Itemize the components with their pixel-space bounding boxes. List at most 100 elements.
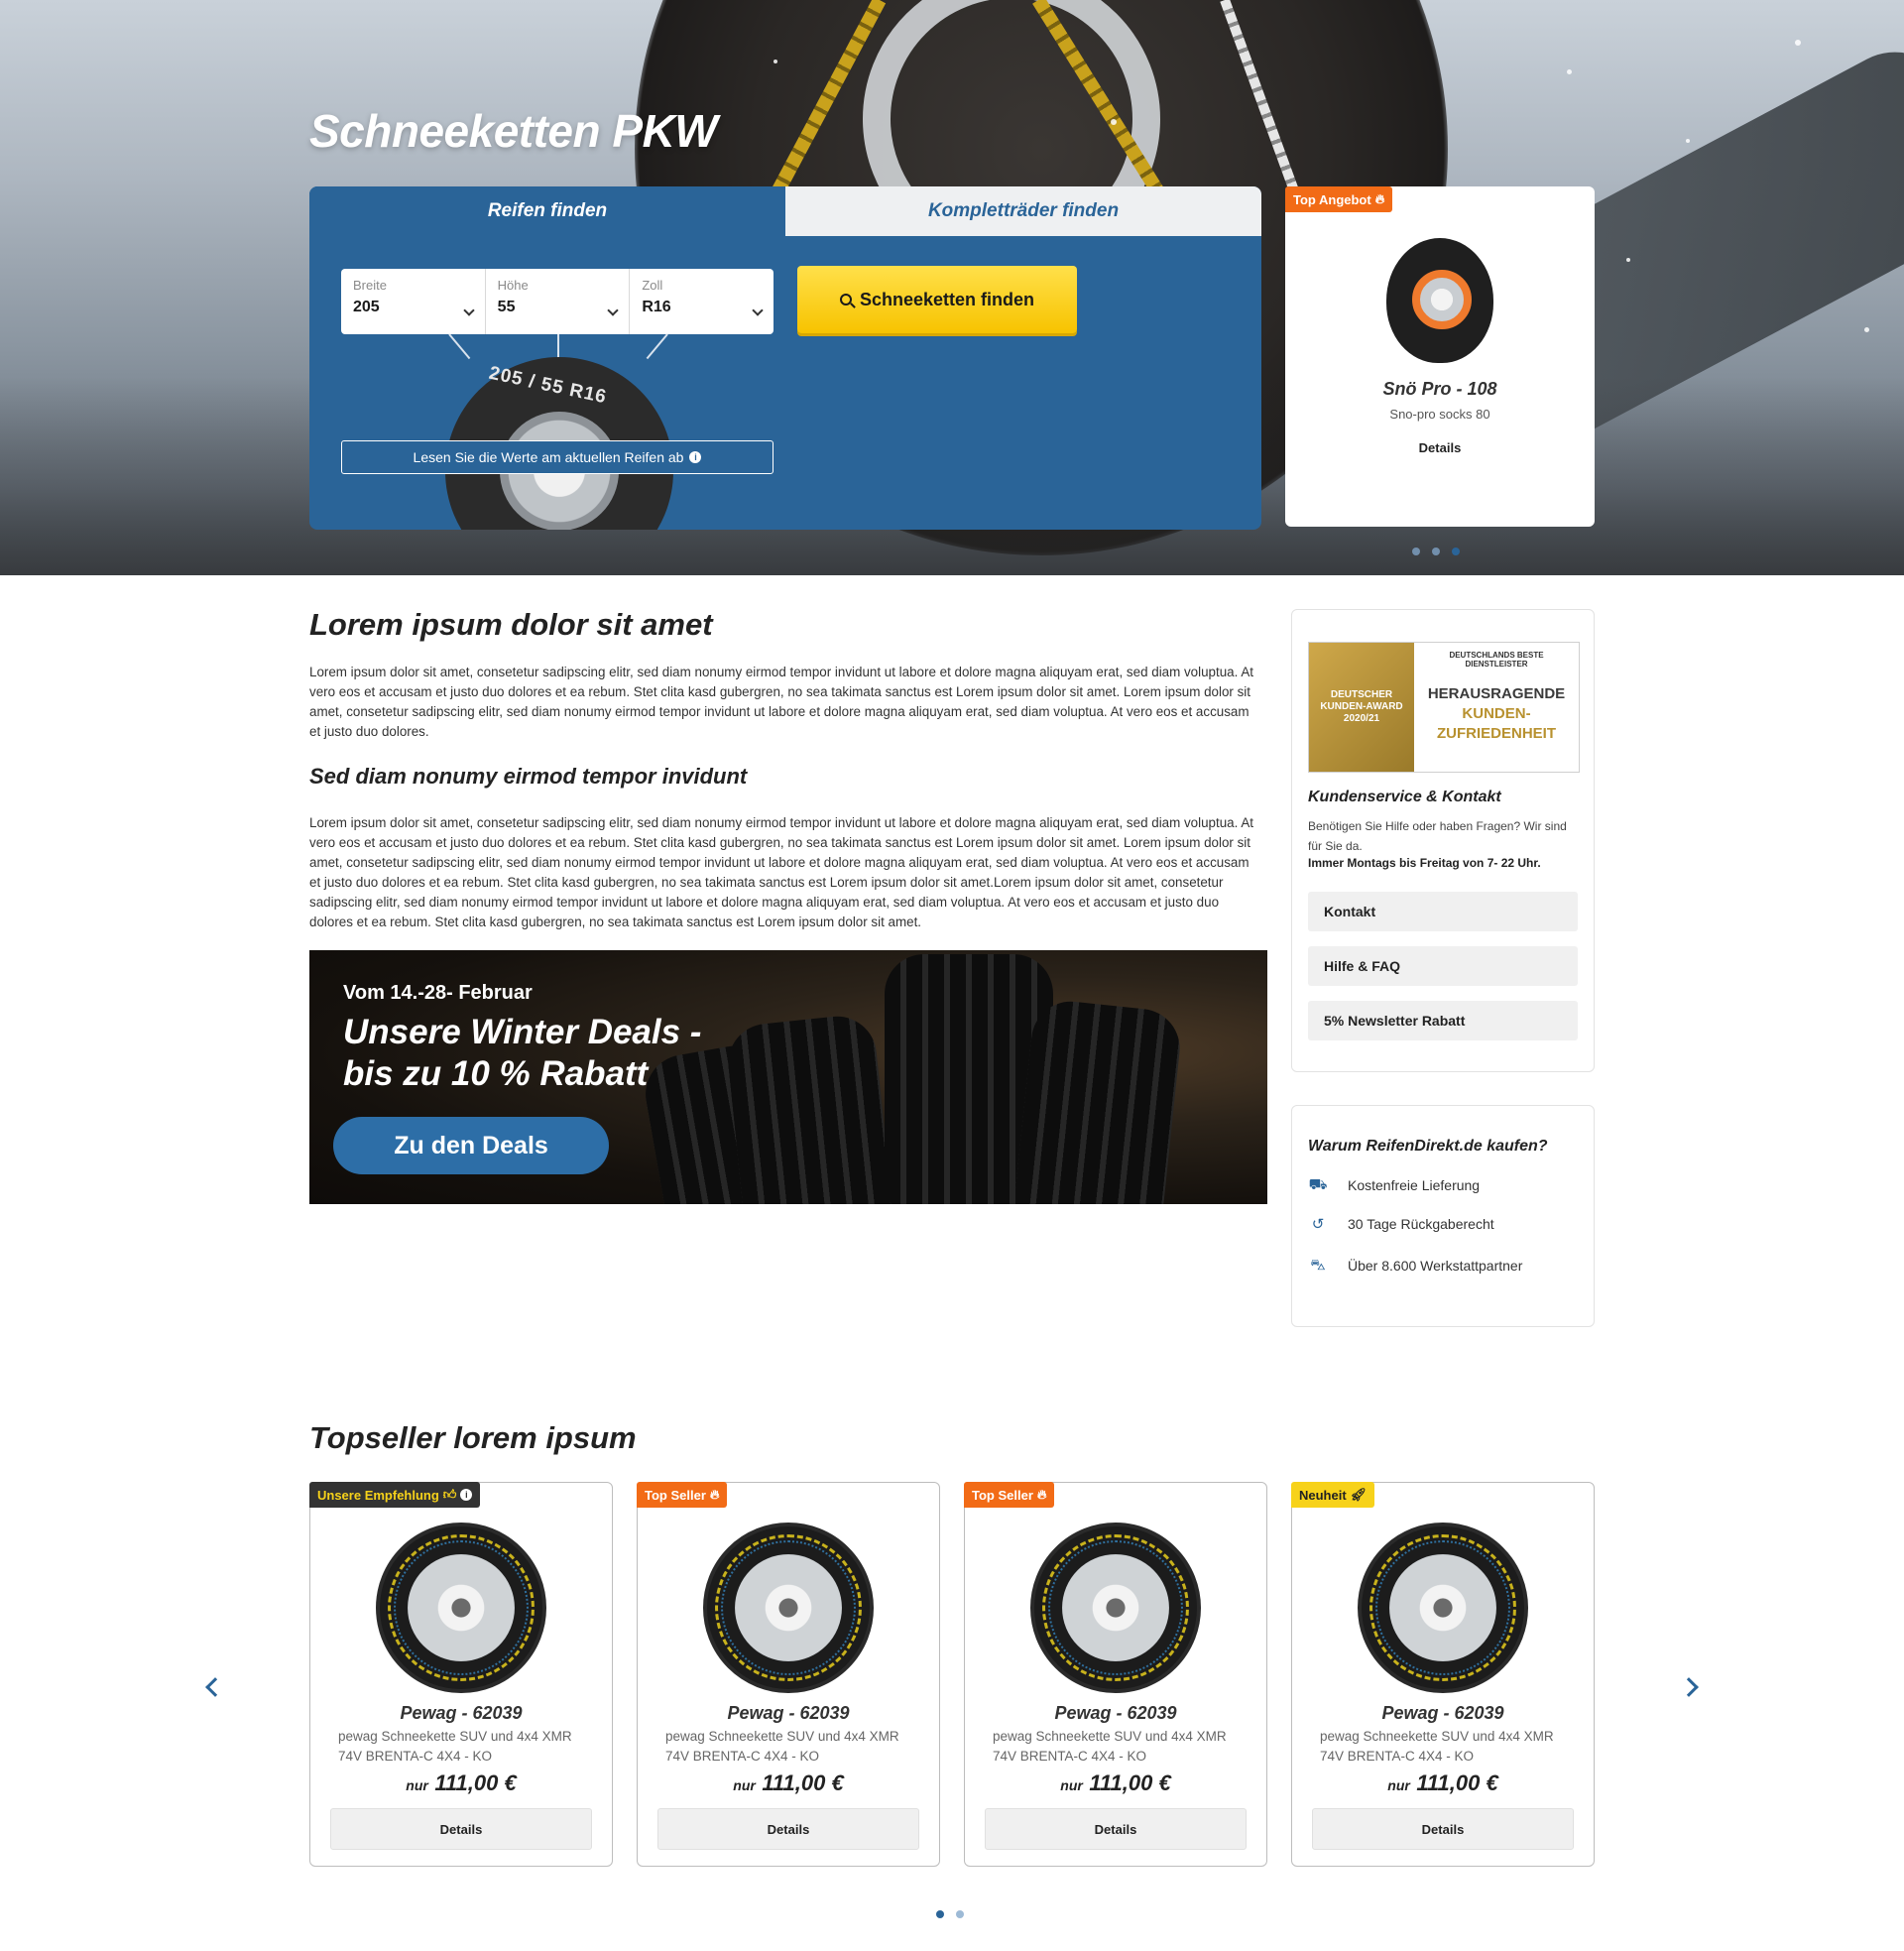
product-badge-recommendation: Unsere Empfehlung 👍︎ i: [309, 1482, 481, 1508]
select-zoll[interactable]: Zoll R16: [630, 269, 774, 334]
product-description: pewag Schneekette SUV und 4x4 XMR 74V BR…: [665, 1729, 899, 1764]
product-price: nur 111,00 €: [310, 1770, 612, 1796]
top-offer-badge-label: Top Angebot: [1293, 191, 1371, 207]
award-text: DEUTSCHLANDS BESTE DIENSTLEISTER HERAUSR…: [1414, 643, 1579, 772]
snowflake: [1626, 258, 1630, 262]
product-card[interactable]: Top Seller 🔥︎ Pewag - 62039 pewag Schnee…: [637, 1482, 940, 1867]
feature-return-policy: ↺ 30 Tage Rückgaberecht: [1308, 1216, 1494, 1233]
to-deals-button[interactable]: Zu den Deals: [333, 1117, 609, 1174]
connector-line: [448, 333, 471, 360]
product-details-button[interactable]: Details: [330, 1808, 592, 1850]
snow-chain-image: [1030, 1523, 1201, 1693]
offer-product-name: Snö Pro - 108: [1382, 379, 1497, 399]
price-prefix: nur: [1060, 1777, 1083, 1793]
wheel-rim: [735, 1554, 842, 1661]
info-icon: i: [689, 451, 702, 463]
newsletter-discount-button[interactable]: 5% Newsletter Rabatt: [1308, 1001, 1578, 1040]
price-amount: 111,00 €: [1089, 1770, 1171, 1795]
finder-tabs: Reifen finden Kompletträder finden: [309, 186, 1261, 236]
snow-sock-image: [1386, 238, 1493, 363]
product-card[interactable]: Unsere Empfehlung 👍︎ i Pewag - 62039 pew…: [309, 1482, 613, 1867]
feature-workshop-partners: ⛍ Über 8.600 Werkstattpartner: [1308, 1256, 1522, 1275]
award-headline: HERAUSRAGENDE KUNDEN- ZUFRIEDENHEIT: [1422, 684, 1571, 744]
pagination-dot[interactable]: [956, 1910, 964, 1918]
service-title: Kundenservice & Kontakt: [1308, 789, 1501, 805]
wheel-rim: [408, 1554, 515, 1661]
select-hoehe[interactable]: Höhe 55: [486, 269, 631, 334]
product-name: Pewag - 62039: [400, 1703, 523, 1723]
contact-button[interactable]: Kontakt: [1308, 892, 1578, 931]
product-card[interactable]: Top Seller 🔥︎ Pewag - 62039 pewag Schnee…: [964, 1482, 1267, 1867]
slider-dot-active[interactable]: [1452, 548, 1460, 555]
topseller-title: Topseller lorem ipsum: [309, 1420, 637, 1455]
product-details-button[interactable]: Details: [985, 1808, 1247, 1850]
award-top-text: DEUTSCHLANDS BESTE DIENSTLEISTER: [1449, 651, 1544, 669]
car-service-icon: ⛍: [1310, 1256, 1326, 1274]
chevron-right-icon[interactable]: [1679, 1677, 1699, 1697]
search-snow-chains-button[interactable]: Schneeketten finden: [797, 266, 1077, 333]
price-amount: 111,00 €: [762, 1770, 844, 1795]
price-amount: 111,00 €: [1416, 1770, 1498, 1795]
snow-chain-image: [703, 1523, 874, 1693]
select-hoehe-label: Höhe: [497, 278, 529, 293]
banner-date: Vom 14.-28- Februar: [343, 982, 533, 1004]
snowflake: [774, 60, 777, 63]
flame-icon: 🔥︎: [1036, 1487, 1047, 1502]
snowflake: [1111, 119, 1117, 125]
wheel-rim: [1389, 1554, 1496, 1661]
award-line: KUNDEN-: [1462, 705, 1531, 722]
chevron-left-icon[interactable]: [205, 1677, 225, 1697]
product-details-button[interactable]: Details: [657, 1808, 919, 1850]
why-buy-title: Warum ReifenDirekt.de kaufen?: [1308, 1138, 1548, 1155]
product-description: pewag Schneekette SUV und 4x4 XMR 74V BR…: [338, 1729, 572, 1764]
snow-chain-image: [376, 1523, 546, 1693]
search-icon: [839, 294, 852, 305]
tire-size-selects: Breite 205 Höhe 55 Zoll R16: [341, 269, 774, 334]
product-description: pewag Schneekette SUV und 4x4 XMR 74V BR…: [1320, 1729, 1554, 1764]
offer-product-subtitle: Sno-pro socks 80: [1389, 407, 1490, 422]
offer-details-link[interactable]: Details: [1285, 440, 1595, 455]
customer-award-badge: DEUTSCHER KUNDEN-AWARD 2020/21 DEUTSCHLA…: [1308, 642, 1580, 773]
product-name: Pewag - 62039: [727, 1703, 850, 1723]
main-content: Lorem ipsum dolor sit amet Lorem ipsum d…: [309, 607, 1261, 932]
feature-label: 30 Tage Rückgaberecht: [1348, 1216, 1494, 1232]
tab-komplettraeder-finden[interactable]: Kompletträder finden: [785, 186, 1261, 236]
winter-deals-banner[interactable]: Vom 14.-28- Februar Unsere Winter Deals …: [309, 950, 1267, 1204]
slider-dot[interactable]: [1412, 548, 1420, 555]
flame-icon: 🔥︎: [709, 1487, 720, 1502]
service-description: Benötigen Sie Hilfe oder haben Fragen? W…: [1308, 819, 1567, 853]
select-zoll-label: Zoll: [642, 278, 663, 293]
top-offer-card[interactable]: Top Angebot 🔥︎ Snö Pro - 108 Sno-pro soc…: [1285, 186, 1595, 527]
price-amount: 111,00 €: [434, 1770, 517, 1795]
product-badge-new: Neuheit 🚀︎: [1291, 1482, 1375, 1508]
select-breite[interactable]: Breite 205: [341, 269, 486, 334]
content-heading: Lorem ipsum dolor sit amet: [309, 607, 713, 642]
content-subheading: Sed diam nonumy eirmod tempor invidunt: [309, 764, 748, 789]
read-values-hint[interactable]: Lesen Sie die Werte am aktuellen Reifen …: [341, 440, 774, 474]
product-name: Pewag - 62039: [1381, 1703, 1504, 1723]
thumbs-up-icon: 👍︎: [442, 1487, 457, 1502]
award-seal: DEUTSCHER KUNDEN-AWARD 2020/21: [1309, 643, 1414, 772]
product-name: Pewag - 62039: [1054, 1703, 1177, 1723]
snow-chain-image: [1358, 1523, 1528, 1693]
tab-reifen-finden[interactable]: Reifen finden: [309, 186, 785, 236]
select-zoll-value: R16: [642, 299, 671, 315]
feature-label: Kostenfreie Lieferung: [1348, 1177, 1481, 1193]
help-faq-button[interactable]: Hilfe & FAQ: [1308, 946, 1578, 986]
product-badge-label: Top Seller: [972, 1487, 1033, 1503]
connector-line: [646, 333, 668, 360]
slider-dot[interactable]: [1432, 548, 1440, 555]
service-hours: Immer Montags bis Freitag von 7- 22 Uhr.: [1308, 856, 1541, 870]
banner-tire-image: [1012, 997, 1184, 1204]
return-icon: ↺: [1311, 1216, 1325, 1233]
truck-icon: ⛟: [1308, 1175, 1328, 1193]
price-prefix: nur: [406, 1777, 428, 1793]
product-badge-label: Unsere Empfehlung: [317, 1487, 439, 1503]
wheel-rim: [1062, 1554, 1169, 1661]
snowflake: [1567, 69, 1572, 74]
banner-headline: Unsere Winter Deals - bis zu 10 % Rabatt: [343, 1013, 702, 1093]
pagination-dot-active[interactable]: [936, 1910, 944, 1918]
product-badge-top-seller: Top Seller 🔥︎: [964, 1482, 1055, 1508]
product-card[interactable]: Neuheit 🚀︎ Pewag - 62039 pewag Schneeket…: [1291, 1482, 1595, 1867]
product-details-button[interactable]: Details: [1312, 1808, 1574, 1850]
